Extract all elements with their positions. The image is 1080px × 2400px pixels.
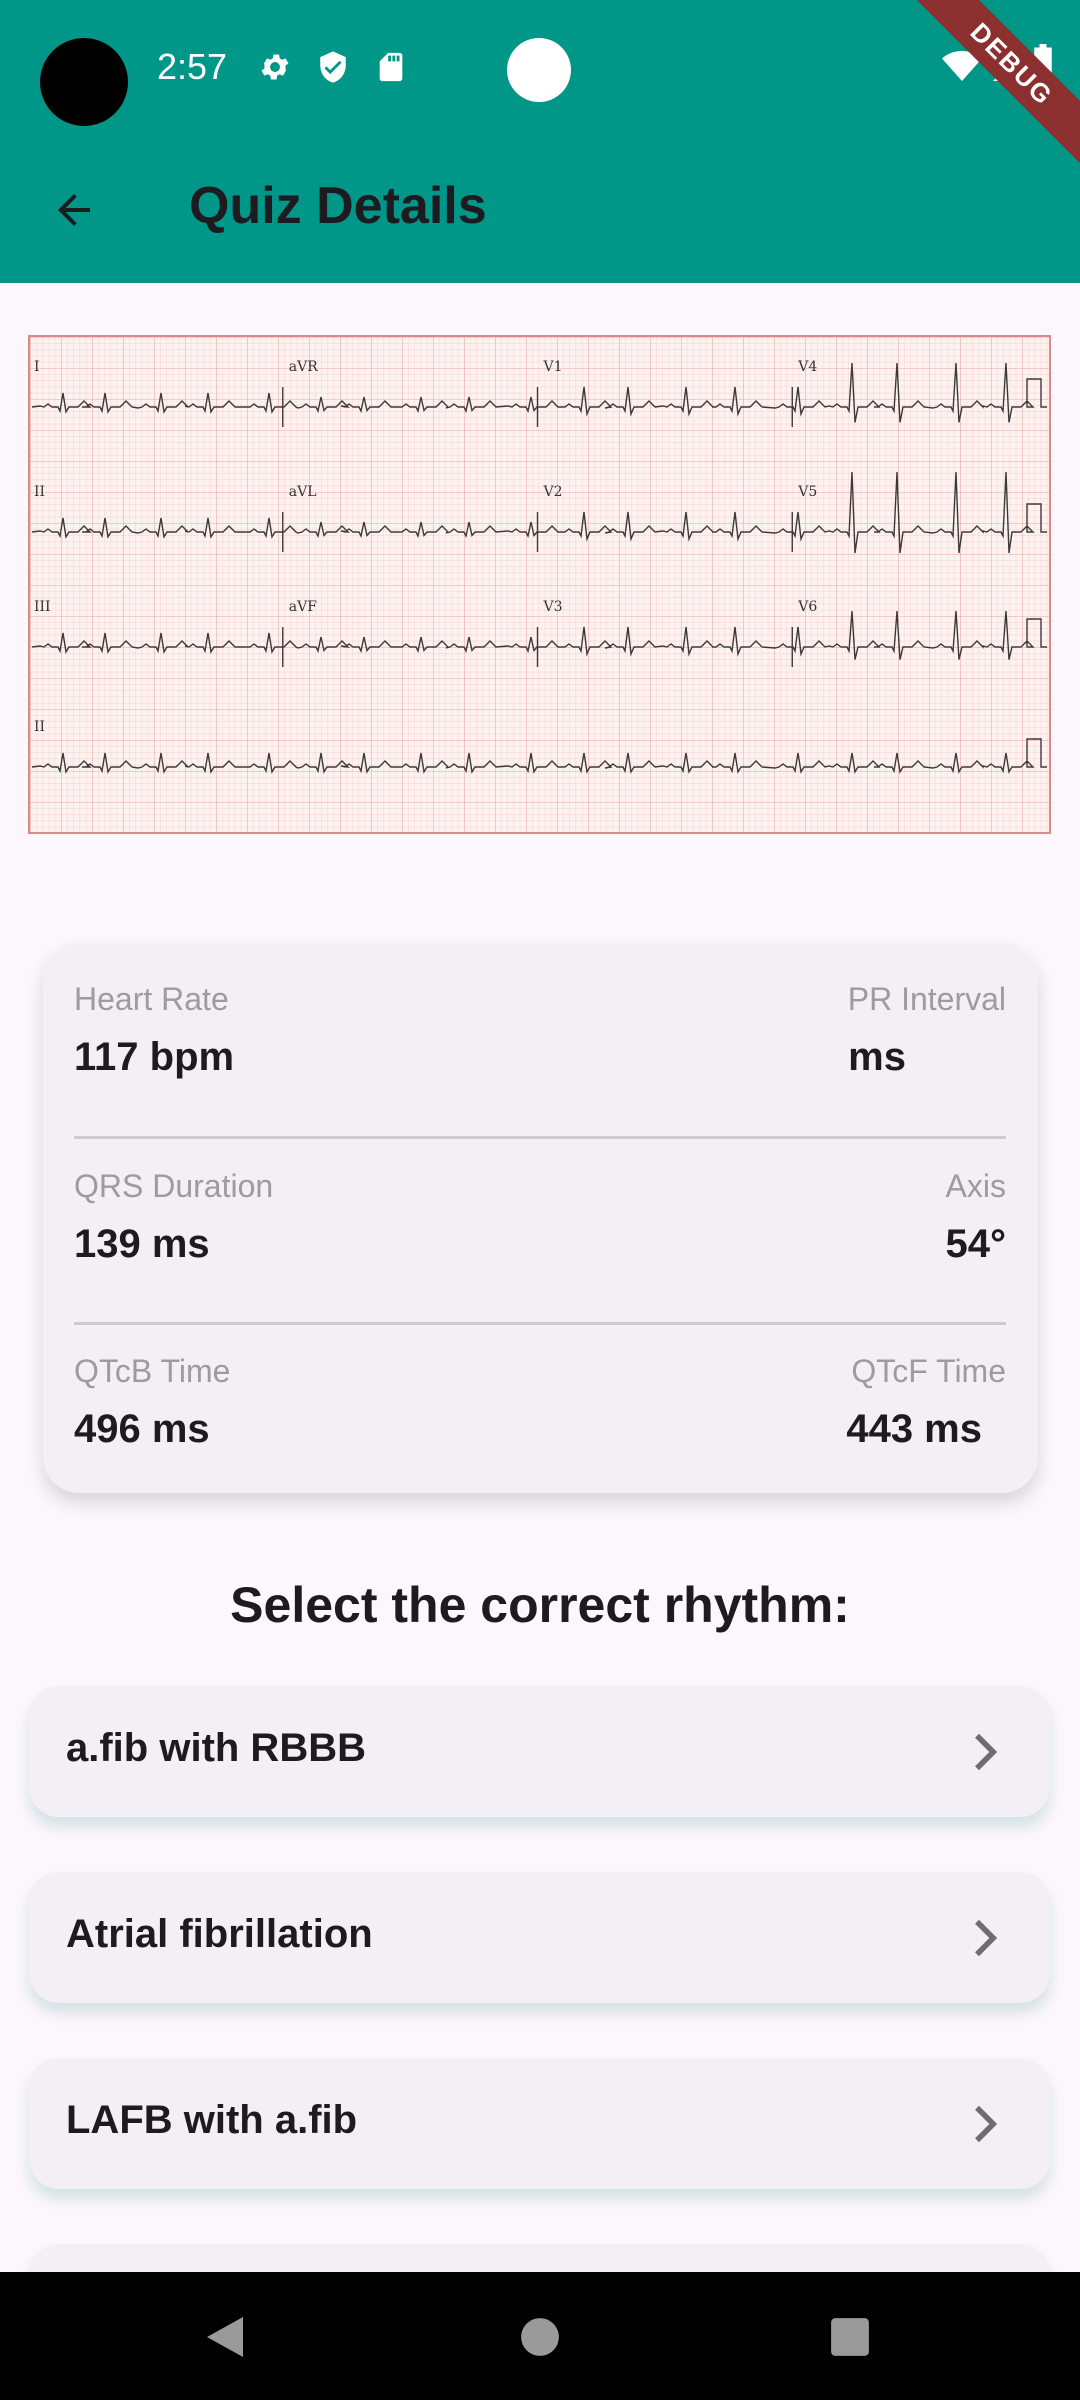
qtcb-label: QTcB Time xyxy=(74,1353,231,1389)
qtcf-label: QTcF Time xyxy=(851,1353,1006,1389)
page-title: Quiz Details xyxy=(189,177,487,235)
arrow-left-icon xyxy=(58,194,90,226)
nav-home-button[interactable] xyxy=(505,2302,575,2372)
axis-value: 54° xyxy=(945,1222,1007,1266)
ecg-lead-label: V3 xyxy=(543,599,563,615)
ecg-lead-label: I xyxy=(34,359,40,375)
ecg-metrics-card: Heart Rate 117 bpm PR Interval ms QRS Du… xyxy=(43,943,1038,1493)
pr-interval-label: PR Interval xyxy=(847,981,1006,1017)
answer-option-label: Atrial fibrillation xyxy=(66,1912,373,1956)
answer-option-label: LAFB with a.fib xyxy=(66,2098,358,2142)
ecg-lead-label: V1 xyxy=(543,359,563,375)
ecg-lead-label: II xyxy=(34,719,45,735)
nav-recents-icon xyxy=(831,2318,869,2356)
axis-label: Axis xyxy=(945,1168,1006,1204)
ecg-lead-label: V4 xyxy=(797,359,817,375)
divider xyxy=(74,1136,1006,1139)
settings-icon xyxy=(261,54,289,80)
nav-back-button[interactable] xyxy=(190,2302,260,2372)
camera-cutout xyxy=(40,38,128,126)
metric-row-qrs-axis: QRS Duration 139 ms Axis 54° xyxy=(74,1168,1006,1318)
shield-icon xyxy=(320,51,346,83)
qtcf-value: 443 ms xyxy=(846,1407,982,1451)
system-navigation-bar xyxy=(0,2272,1080,2400)
ecg-tracing: IaVR V1 V4 II aVL V2 V5 III aVF V3 V6 II xyxy=(30,337,1049,832)
heart-rate-label: Heart Rate xyxy=(74,981,229,1017)
ecg-lead-label: V5 xyxy=(797,484,817,500)
metric-row-rate-pr: Heart Rate 117 bpm PR Interval ms xyxy=(74,981,1006,1131)
qtcb-value: 496 ms xyxy=(74,1407,210,1451)
question-prompt: Select the correct rhythm: xyxy=(230,1577,850,1633)
app-header: 2:57 DEBUG Quiz Details xyxy=(0,0,1080,283)
chevron-right-icon xyxy=(975,1919,998,1957)
ecg-lead-label: II xyxy=(34,484,45,500)
nav-home-icon xyxy=(521,2318,559,2356)
qrs-duration-value: 139 ms xyxy=(74,1222,210,1266)
chevron-right-icon xyxy=(975,2105,998,2143)
status-time: 2:57 xyxy=(157,46,228,87)
answer-option-label: a.fib with RBBB xyxy=(66,1726,366,1770)
answer-option[interactable]: Atrial fibrillation xyxy=(29,1872,1050,2003)
ecg-lead-label: III xyxy=(34,599,51,615)
debug-banner: DEBUG xyxy=(904,0,1080,172)
ecg-image: IaVR V1 V4 II aVL V2 V5 III aVF V3 V6 II xyxy=(28,335,1051,834)
ecg-lead-label: aVL xyxy=(289,484,317,500)
answer-option[interactable]: LAFB with a.fib xyxy=(29,2058,1050,2189)
status-indicator-dot xyxy=(507,38,571,102)
qrs-duration-label: QRS Duration xyxy=(74,1168,274,1204)
answer-option[interactable]: a.fib with RBBB xyxy=(29,1686,1050,1817)
pr-interval-value: ms xyxy=(837,1035,906,1079)
ecg-lead-label: V6 xyxy=(797,599,817,615)
nav-recents-button[interactable] xyxy=(815,2302,885,2372)
back-button[interactable] xyxy=(44,180,104,240)
heart-rate-value: 117 bpm xyxy=(74,1035,235,1079)
metric-row-qtc: QTcB Time 496 ms QTcF Time 443 ms xyxy=(74,1353,1006,1503)
ecg-lead-label: V2 xyxy=(543,484,563,500)
chevron-right-icon xyxy=(975,1733,998,1771)
divider xyxy=(74,1322,1006,1325)
ecg-lead-label: aVF xyxy=(289,599,317,615)
nav-back-icon xyxy=(207,2317,243,2357)
ecg-lead-label: aVR xyxy=(289,359,318,375)
sd-card-icon xyxy=(379,52,403,82)
